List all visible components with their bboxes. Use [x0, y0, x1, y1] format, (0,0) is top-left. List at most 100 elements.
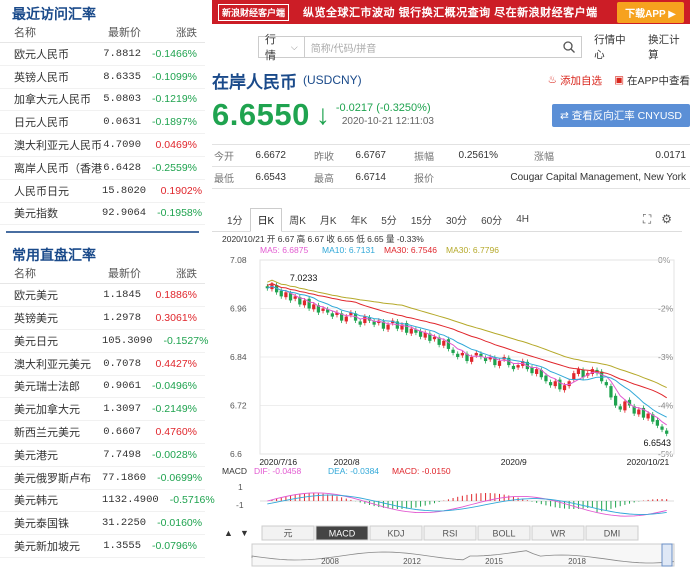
settings-icon[interactable]: ⚙	[661, 212, 672, 227]
pct-tick-label: -3%	[658, 352, 674, 362]
indicator-tab-label[interactable]: MACD	[329, 529, 356, 539]
rate-name[interactable]: 新西兰元美元	[14, 424, 102, 440]
fullscreen-icon[interactable]: ⛶	[643, 212, 651, 227]
rate-price: 0.7078	[103, 357, 141, 370]
rate-name[interactable]: 人民币日元	[14, 183, 102, 199]
rate-row[interactable]: 英镑美元 1.2978 0.3061%	[0, 307, 205, 330]
rate-change: 0.1902%	[160, 184, 203, 197]
rate-row[interactable]: 美元泰国铢 31.2250 -0.0160%	[0, 512, 205, 536]
candle-body	[358, 321, 362, 325]
rate-row[interactable]: 美元俄罗斯卢布 77.1860 -0.0699%	[0, 467, 205, 490]
rate-name[interactable]: 英镑美元	[14, 310, 102, 326]
rate-row[interactable]: 离岸人民币（香港）6.6428 -0.2559%	[0, 157, 205, 180]
macd-tick: -1	[236, 500, 244, 510]
rate-row[interactable]: 美元新加坡元 1.3555 -0.0796%	[0, 535, 205, 558]
rate-change: -0.2149%	[152, 403, 197, 416]
rate-price: 1.1845	[103, 289, 141, 302]
rate-name[interactable]: 离岸人民币（香港）	[14, 160, 102, 176]
rate-change: -0.1527%	[163, 334, 209, 347]
rate-row[interactable]: 人民币日元 15.8020 0.1902%	[0, 180, 205, 203]
tab-period[interactable]: 年K	[344, 208, 375, 232]
rate-name[interactable]: 美元瑞士法郎	[14, 378, 102, 394]
rate-change: 0.3061%	[155, 312, 197, 325]
timeline-navigator	[251, 543, 675, 567]
tab-period[interactable]: 1分	[220, 208, 250, 232]
rate-row[interactable]: 欧元美元 1.1845 0.1886%	[0, 284, 205, 308]
tab-period[interactable]: 4H	[509, 208, 536, 232]
price-change: -0.0217 (-0.3250%)	[335, 102, 431, 114]
rate-name[interactable]: 英镑人民币	[14, 69, 102, 85]
tab-period[interactable]: 30分	[439, 208, 474, 232]
indicator-tab-label[interactable]: KDJ	[387, 529, 404, 539]
candle-body	[302, 300, 307, 306]
candlestick-chart[interactable]: 2020/10/21 开 6.67 高 6.67 收 6.65 低 6.65 量…	[212, 232, 682, 568]
quote-label: 今开	[214, 152, 234, 163]
rate-name[interactable]: 欧元人民币	[14, 46, 102, 62]
rate-name[interactable]: 日元人民币	[14, 114, 102, 130]
price-timestamp: 2020-10-21 12:11:03	[341, 116, 434, 127]
market-center-link[interactable]: 行情中心	[594, 32, 636, 62]
rate-row[interactable]: 澳大利亚元美元 0.7078 0.4427%	[0, 353, 205, 376]
indicator-tab-label[interactable]: RSI	[442, 529, 457, 539]
rate-row[interactable]: 日元人民币 0.0631 -0.1897%	[0, 111, 205, 135]
rate-row[interactable]: 美元瑞士法郎 0.9061 -0.0496%	[0, 376, 205, 399]
candle-body	[372, 321, 376, 325]
tab-period[interactable]: 日K	[249, 207, 283, 232]
x-tick-label: 2020/10/21	[627, 457, 670, 467]
rate-name[interactable]: 澳大利亚元人民币	[14, 137, 102, 153]
candle-body	[544, 375, 548, 382]
indicator-tab-label[interactable]: BOLL	[492, 529, 515, 539]
rate-change: -0.1219%	[152, 93, 197, 106]
rate-name[interactable]: 美元泰国铢	[14, 515, 102, 531]
candle-body	[442, 340, 446, 346]
rate-row[interactable]: 美元加拿大元 1.3097 -0.2149%	[0, 398, 205, 422]
reverse-rate-button[interactable]: ⇄ 查看反向汇率 CNYUSD	[552, 103, 690, 127]
tab-period[interactable]: 15分	[404, 208, 439, 232]
rate-row[interactable]: 英镑人民币 8.6335 -0.1099%	[0, 66, 205, 89]
rate-name[interactable]: 美元日元	[14, 333, 102, 349]
tab-period[interactable]: 周K	[282, 208, 313, 232]
rate-name[interactable]: 美元新加坡元	[14, 538, 102, 554]
indicator-tab-label[interactable]: 元	[283, 529, 292, 539]
rate-name[interactable]: 美元港元	[14, 447, 102, 463]
indicator-tab-label[interactable]: WR	[551, 529, 566, 539]
rate-name[interactable]: 加拿大元人民币	[14, 91, 102, 107]
rate-row[interactable]: 加拿大元人民币 5.0803 -0.1219%	[0, 89, 205, 112]
category-select[interactable]: 行情 ⌵	[258, 34, 305, 62]
low-label: 6.6543	[643, 438, 671, 448]
open-in-app-button[interactable]: ▣ 在APP中查看	[614, 73, 690, 88]
rate-price: 8.6335	[103, 70, 141, 83]
tab-period[interactable]: 5分	[374, 208, 404, 232]
rate-name[interactable]: 美元韩元	[14, 492, 102, 508]
rate-row[interactable]: 欧元人民币 7.8812 -0.1466%	[0, 43, 205, 66]
range-handle[interactable]	[661, 543, 673, 567]
macd-dif: DIF: -0.0458	[254, 466, 302, 476]
rate-row[interactable]: 美元港元 7.7498 -0.0028%	[0, 444, 205, 467]
quote-value: 6.6767	[355, 150, 386, 161]
rate-name[interactable]: 美元加拿大元	[14, 401, 102, 417]
rate-name[interactable]: 澳大利亚元美元	[14, 356, 102, 372]
indicator-tab-label[interactable]: DMI	[604, 529, 621, 539]
candle-body	[363, 316, 367, 324]
add-watchlist-button[interactable]: ♨ 添加自选	[548, 73, 602, 88]
rate-row[interactable]: 新西兰元美元 0.6607 0.4760%	[0, 421, 205, 444]
download-app-button[interactable]: 下载APP ▶	[617, 1, 684, 23]
price-bar: 6.6550 ↓ -0.0217 (-0.3250%) 2020-10-21 1…	[212, 94, 690, 136]
qrcode-icon: ▣	[614, 74, 624, 86]
app-banner[interactable]: 新浪财经客户端 纵览全球汇市波动 银行换汇概况查询 尽在新浪财经客户端 下载AP…	[212, 0, 690, 24]
search-input[interactable]: 简称/代码/拼音	[304, 36, 583, 58]
rate-name[interactable]: 欧元美元	[14, 287, 102, 303]
rate-name[interactable]: 美元指数	[14, 205, 102, 221]
rate-change: -0.1099%	[152, 70, 197, 83]
rate-row[interactable]: 美元指数 92.9064 -0.1958%	[0, 203, 205, 226]
rate-row[interactable]: 澳大利亚元人民币 4.7090 0.0469%	[0, 134, 205, 157]
tab-period[interactable]: 月K	[313, 208, 344, 232]
tab-period[interactable]: 60分	[474, 208, 509, 232]
rate-change: 0.4427%	[155, 357, 197, 370]
rate-row[interactable]: 美元日元 105.3090 -0.1527%	[0, 330, 209, 353]
search-icon[interactable]	[563, 41, 576, 53]
quote-row: 最低 6.6543 最高 6.6714 报价 Cougar Capital Manag…	[212, 167, 690, 189]
rate-name[interactable]: 美元俄罗斯卢布	[14, 470, 102, 486]
rate-row[interactable]: 美元韩元 1132.4900 -0.5716%	[0, 490, 215, 513]
exchange-calc-link[interactable]: 换汇计算	[648, 32, 690, 62]
